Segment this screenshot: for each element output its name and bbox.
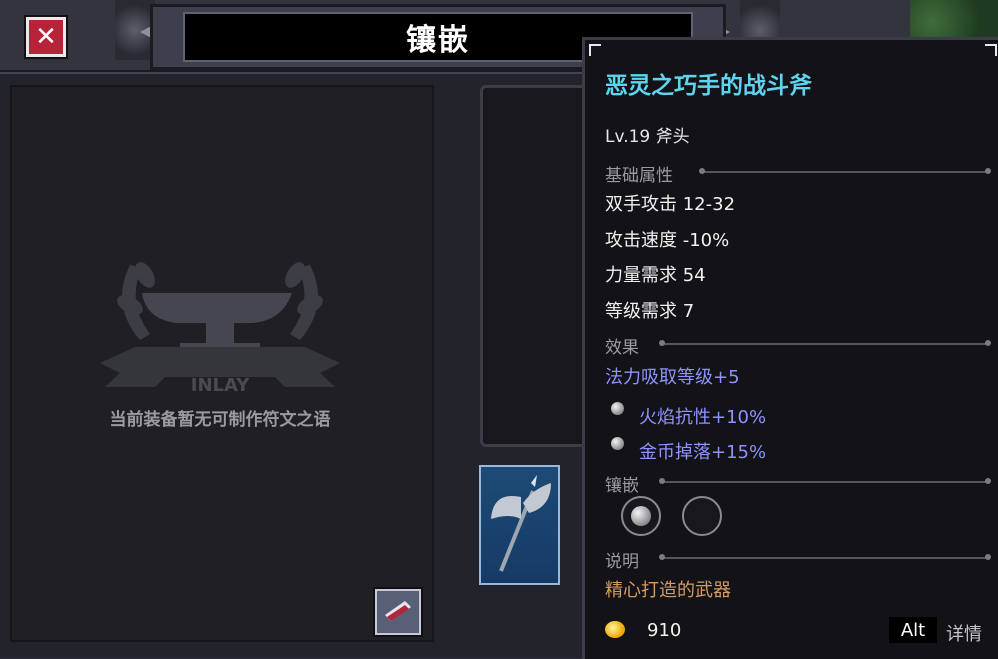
socket-filled bbox=[621, 496, 661, 536]
stat-strength-req: 力量需求 54 bbox=[605, 265, 706, 286]
close-icon: ✕ bbox=[35, 22, 57, 52]
section-effects: 效果 bbox=[605, 338, 639, 358]
effect-gold-drop: 金币掉落+15% bbox=[639, 442, 767, 463]
stat-level-req: 等级需求 7 bbox=[605, 301, 695, 322]
section-description: 说明 bbox=[605, 552, 639, 572]
emblem-text: INLAY bbox=[191, 375, 250, 396]
tooltip-corner bbox=[985, 44, 997, 56]
equipped-item-slot[interactable] bbox=[479, 465, 560, 585]
section-divider bbox=[659, 554, 991, 560]
stat-attack-speed: 攻击速度 -10% bbox=[605, 230, 730, 251]
gem-icon bbox=[611, 402, 624, 415]
item-description: 精心打造的武器 bbox=[605, 580, 731, 601]
effect-fire-resist: 火焰抗性+10% bbox=[639, 407, 767, 428]
alt-key-hint: Alt bbox=[889, 617, 937, 643]
scroll-icon bbox=[385, 601, 411, 621]
section-inlay: 镶嵌 bbox=[605, 476, 639, 496]
item-price: 910 bbox=[647, 620, 682, 641]
effect-mana-leech: 法力吸取等级+5 bbox=[605, 367, 740, 388]
item-tooltip: 恶灵之巧手的战斗斧 Lv.19 斧头 基础属性 双手攻击 12-32 攻击速度 … bbox=[582, 37, 998, 659]
section-base-stats: 基础属性 bbox=[605, 166, 673, 186]
details-hint-label: 详情 bbox=[946, 624, 982, 645]
inlay-emblem-icon: INLAY bbox=[100, 262, 340, 396]
battle-axe-icon bbox=[491, 475, 551, 572]
scroll-icon-button[interactable] bbox=[375, 589, 421, 635]
close-button[interactable]: ✕ bbox=[26, 17, 66, 57]
section-divider bbox=[699, 168, 991, 174]
section-divider bbox=[659, 478, 991, 484]
empty-message: 当前装备暂无可制作符文之语 bbox=[109, 410, 331, 430]
item-level-type: Lv.19 斧头 bbox=[605, 127, 690, 147]
item-name: 恶灵之巧手的战斗斧 bbox=[605, 73, 812, 99]
socket-empty bbox=[682, 496, 722, 536]
stat-attack: 双手攻击 12-32 bbox=[605, 194, 736, 215]
gem-icon bbox=[611, 437, 624, 450]
gold-coin-icon bbox=[605, 621, 625, 638]
rune-preview-box bbox=[480, 85, 596, 447]
tooltip-corner bbox=[589, 44, 601, 56]
section-divider bbox=[659, 340, 991, 346]
